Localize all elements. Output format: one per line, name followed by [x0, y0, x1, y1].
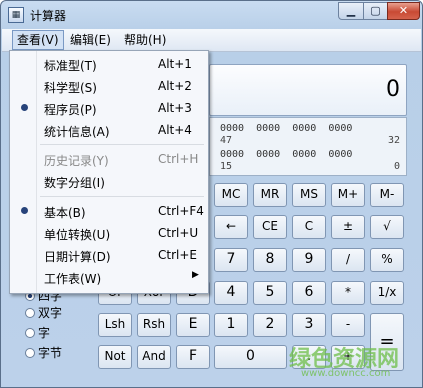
bit-index-label: 0 — [394, 161, 401, 172]
digit-3-button[interactable]: 3 — [292, 313, 326, 337]
menu-item-label: 程序员(P) — [44, 103, 97, 117]
calculator-window: ▦ 计算器 ▁ ▢ ✕ 查看(V) 编辑(E) 帮助(H) 0 0000 000… — [0, 0, 423, 388]
menu-item-history: 历史记录(Y) Ctrl+H — [12, 149, 206, 169]
m-plus-button[interactable]: M+ — [331, 183, 365, 207]
menu-item-unit-conversion[interactable]: 单位转换(U) Ctrl+U — [12, 223, 206, 243]
title-bar[interactable]: ▦ 计算器 ▁ ▢ ✕ — [1, 1, 422, 29]
minus-button[interactable]: - — [331, 313, 365, 337]
view-menu-dropdown: 标准型(T) Alt+1 科学型(S) Alt+2 程序员(P) Alt+3 统计信息… — [9, 50, 209, 294]
reciprocal-button[interactable]: 1/x — [370, 281, 404, 305]
menu-item-shortcut: Ctrl+E — [158, 248, 197, 262]
clear-button[interactable]: C — [292, 215, 326, 239]
menu-item-scientific[interactable]: 科学型(S) Alt+2 — [12, 76, 206, 96]
binary-bit-panel[interactable]: 0000 0000 0000 0000 47 32 0000 0000 0000… — [209, 117, 407, 176]
divide-button[interactable]: / — [331, 248, 365, 272]
menu-item-shortcut: Alt+1 — [158, 57, 192, 71]
hex-e-button[interactable]: E — [176, 313, 210, 337]
m-minus-button[interactable]: M- — [370, 183, 404, 207]
menu-item-label: 数字分组(I) — [44, 176, 105, 190]
bit-index-label: 15 — [220, 161, 233, 172]
menu-separator — [40, 196, 204, 197]
radio-icon — [25, 328, 35, 338]
mc-button[interactable]: MC — [214, 183, 248, 207]
menu-item-label: 基本(B) — [44, 206, 86, 220]
and-button[interactable]: And — [137, 345, 171, 369]
digit-4-button[interactable]: 4 — [214, 281, 248, 305]
calculator-app-icon: ▦ — [8, 7, 24, 23]
close-button[interactable]: ✕ — [387, 2, 420, 20]
bit-index-label: 47 — [220, 135, 233, 146]
hex-f-button[interactable]: F — [176, 345, 210, 369]
maximize-button[interactable]: ▢ — [363, 2, 388, 20]
menu-item-shortcut: Alt+4 — [158, 123, 192, 137]
backspace-button[interactable]: ← — [214, 215, 248, 239]
submenu-arrow-icon: ▶ — [192, 270, 199, 280]
menu-item-shortcut: Ctrl+F4 — [158, 204, 204, 218]
menu-item-basic[interactable]: 基本(B) Ctrl+F4 — [12, 201, 206, 221]
radio-label: 双字 — [38, 306, 63, 320]
digit-1-button[interactable]: 1 — [214, 313, 248, 337]
rsh-button[interactable]: Rsh — [137, 313, 171, 337]
window-title: 计算器 — [30, 9, 67, 23]
word-size-radio-word[interactable]: 字 — [25, 326, 50, 340]
bits-row-lower: 0000 0000 0000 0000 — [220, 149, 353, 160]
digit-7-button[interactable]: 7 — [214, 248, 248, 272]
word-size-radio-dword[interactable]: 双字 — [25, 306, 62, 320]
menu-help[interactable]: 帮助(H) — [120, 31, 170, 49]
digit-2-button[interactable]: 2 — [253, 313, 287, 337]
lsh-button[interactable]: Lsh — [98, 313, 132, 337]
minimize-button[interactable]: ▁ — [338, 2, 364, 20]
menu-item-statistics[interactable]: 统计信息(A) Alt+4 — [12, 120, 206, 140]
selected-bullet-icon — [21, 104, 28, 111]
menu-item-label: 单位转换(U) — [44, 228, 111, 242]
menu-item-shortcut: Ctrl+U — [158, 226, 199, 240]
menu-view[interactable]: 查看(V) — [12, 30, 64, 50]
radio-label: 字节 — [38, 346, 63, 360]
menu-item-label: 历史记录(Y) — [44, 154, 109, 168]
negate-button[interactable]: ± — [331, 215, 365, 239]
watermark-url: www.downcc.com — [301, 368, 391, 379]
clear-entry-button[interactable]: CE — [253, 215, 287, 239]
menu-item-shortcut: Ctrl+H — [158, 152, 199, 166]
menu-item-label: 科学型(S) — [44, 81, 97, 95]
digit-0-button[interactable]: 0 — [214, 345, 287, 369]
menu-item-worksheets[interactable]: 工作表(W) ▶ — [12, 267, 206, 287]
menu-item-digit-grouping[interactable]: 数字分组(I) — [12, 171, 206, 191]
menu-item-date-calculation[interactable]: 日期计算(D) Ctrl+E — [12, 245, 206, 265]
menu-item-label: 标准型(T) — [44, 59, 97, 73]
bits-row-upper: 0000 0000 0000 0000 — [220, 123, 353, 134]
menu-edit[interactable]: 编辑(E) — [66, 31, 115, 49]
mr-button[interactable]: MR — [253, 183, 287, 207]
result-display: 0 — [209, 64, 407, 116]
percent-button[interactable]: % — [370, 248, 404, 272]
ms-button[interactable]: MS — [292, 183, 326, 207]
menu-separator — [40, 144, 204, 145]
not-button[interactable]: Not — [98, 345, 132, 369]
menu-item-label: 日期计算(D) — [44, 250, 111, 264]
menu-item-shortcut: Alt+2 — [158, 79, 192, 93]
menu-item-standard[interactable]: 标准型(T) Alt+1 — [12, 54, 206, 74]
digit-6-button[interactable]: 6 — [292, 281, 326, 305]
menu-item-shortcut: Alt+3 — [158, 101, 192, 115]
word-size-radio-byte[interactable]: 字节 — [25, 346, 62, 360]
menu-item-label: 统计信息(A) — [44, 125, 110, 139]
digit-5-button[interactable]: 5 — [253, 281, 287, 305]
multiply-button[interactable]: * — [331, 281, 365, 305]
digit-8-button[interactable]: 8 — [253, 248, 287, 272]
digit-9-button[interactable]: 9 — [292, 248, 326, 272]
bit-index-label: 32 — [388, 135, 401, 146]
radio-icon — [25, 308, 35, 318]
radio-label: 字 — [38, 326, 51, 340]
selected-bullet-icon — [21, 207, 28, 214]
menu-bar: 查看(V) 编辑(E) 帮助(H) — [2, 29, 421, 52]
menu-item-programmer[interactable]: 程序员(P) Alt+3 — [12, 98, 206, 118]
sqrt-button[interactable]: √ — [370, 215, 404, 239]
display-value: 0 — [386, 77, 400, 102]
menu-item-label: 工作表(W) — [44, 272, 102, 286]
radio-icon — [25, 348, 35, 358]
